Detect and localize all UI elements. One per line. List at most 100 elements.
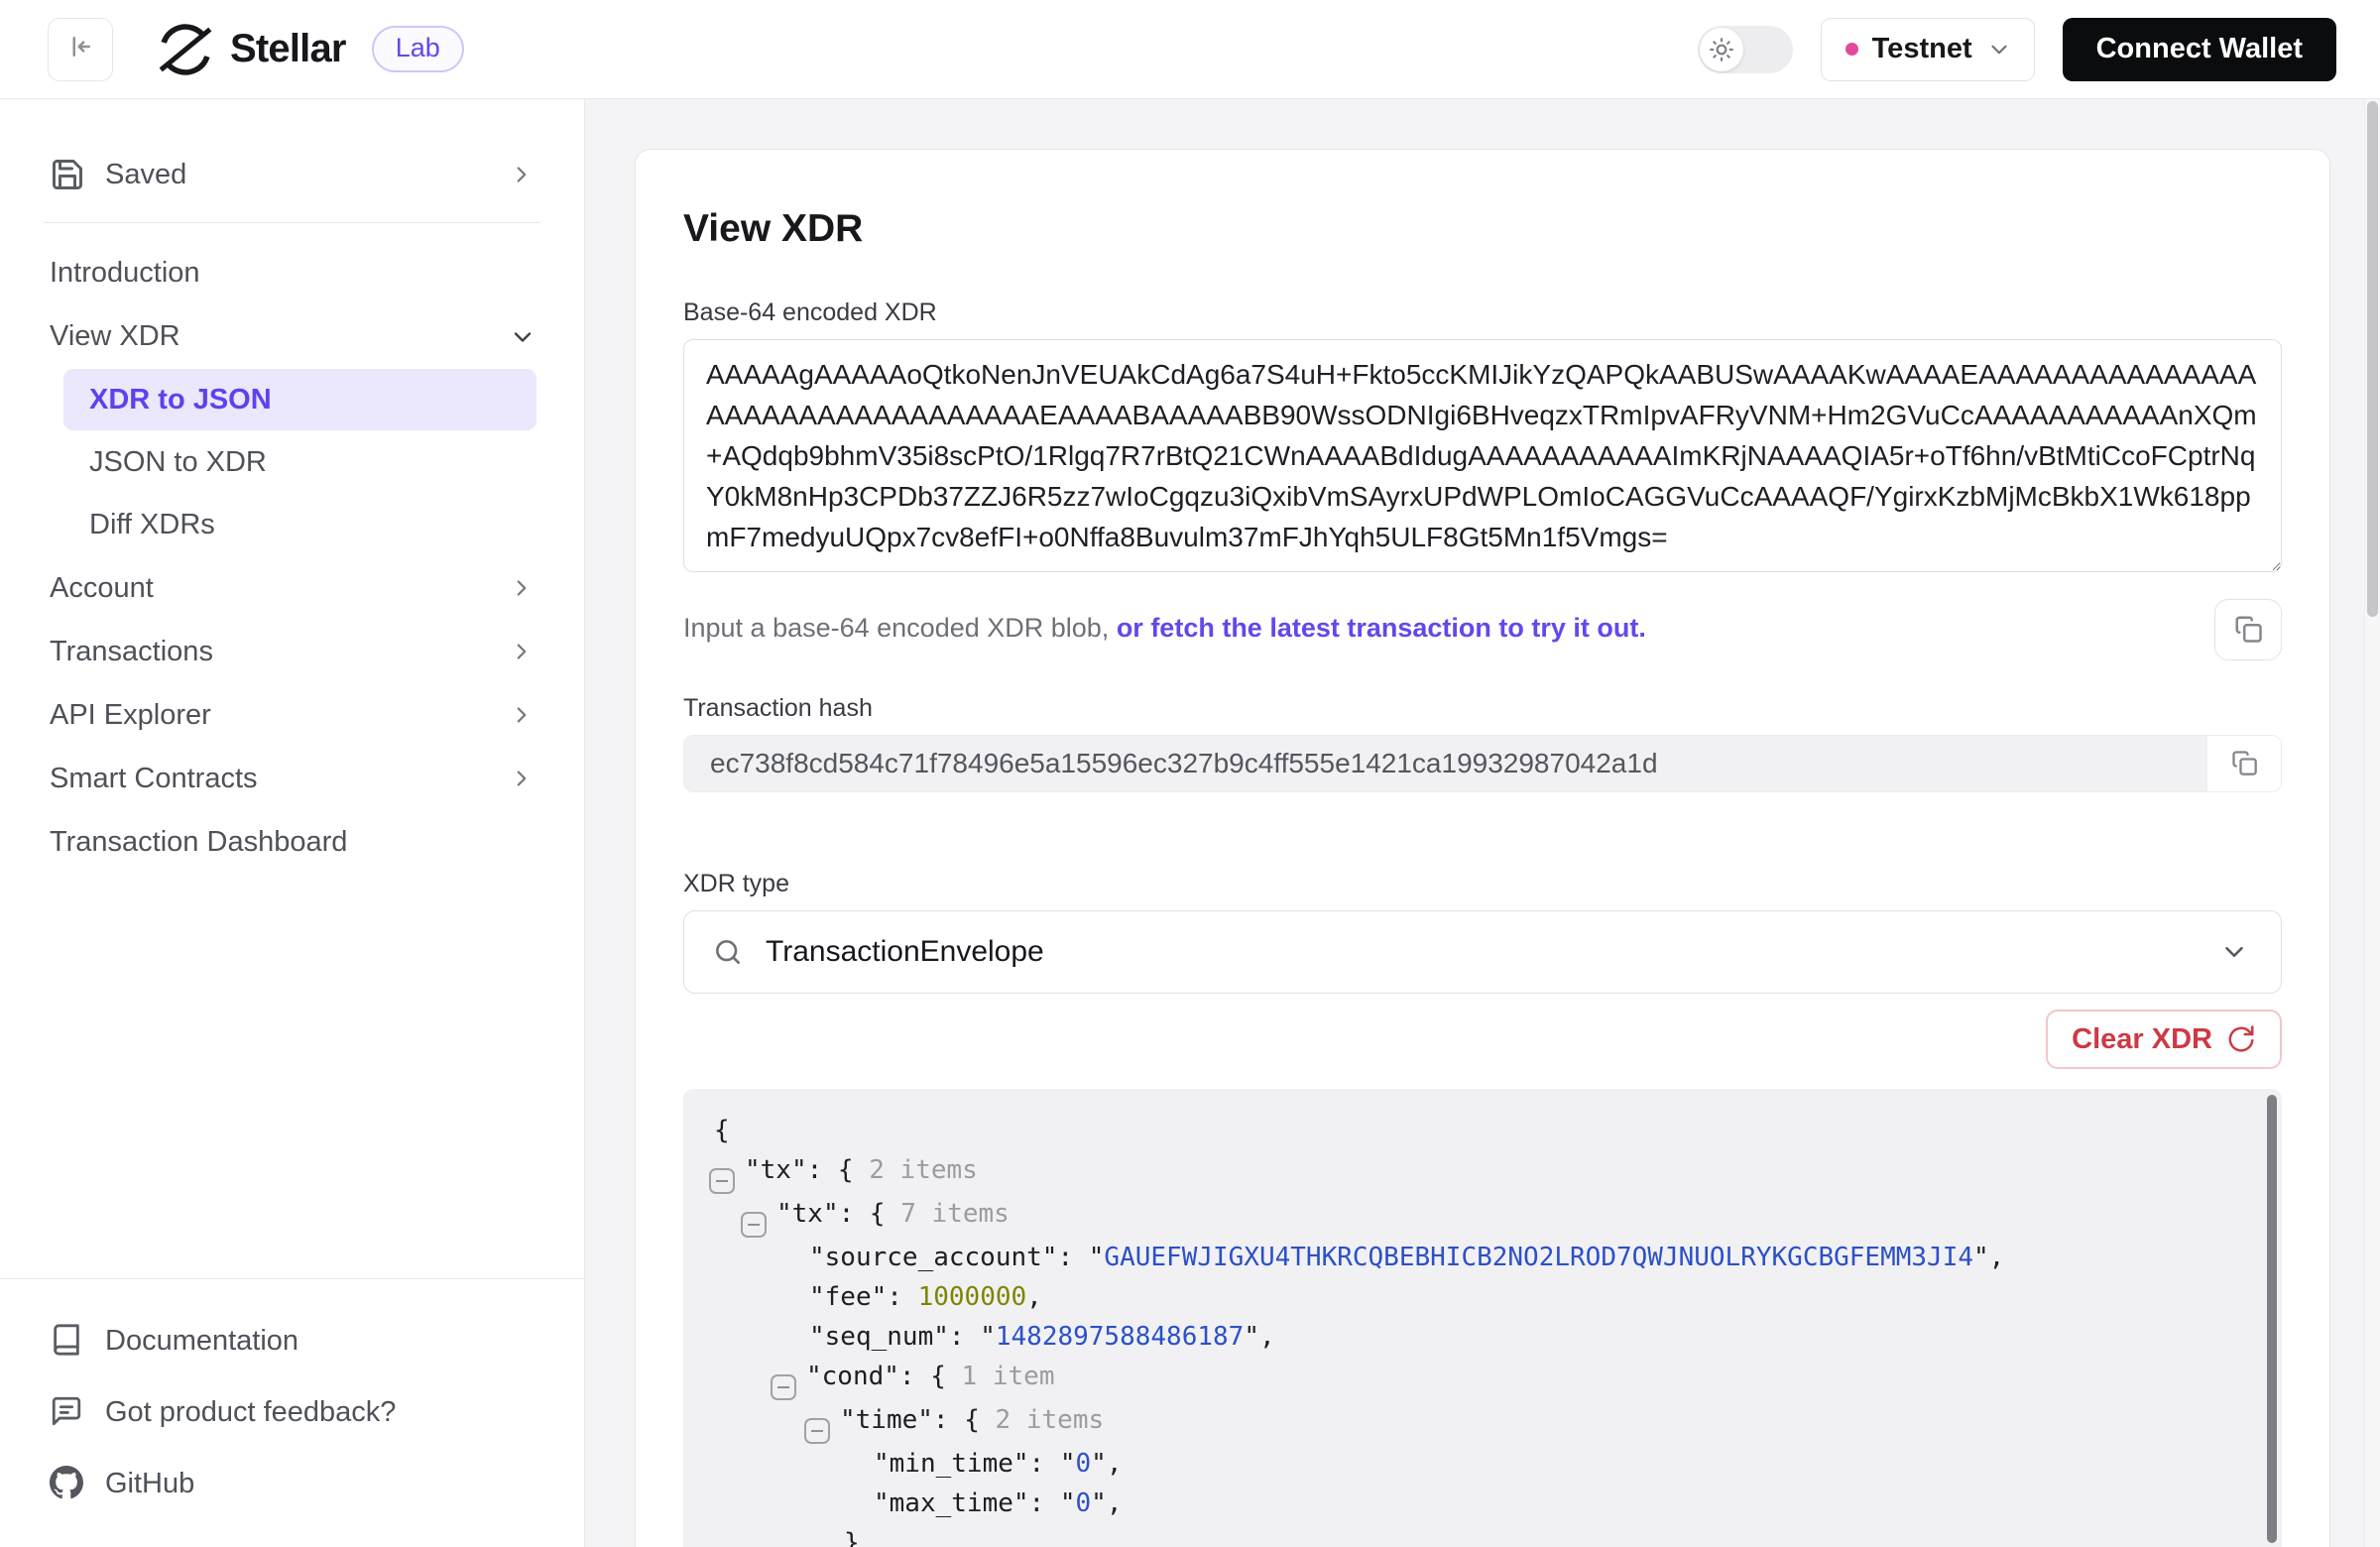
copy-icon: [2230, 749, 2258, 779]
sidebar-item-label: Introduction: [50, 257, 200, 290]
sidebar-item-github[interactable]: GitHub: [34, 1448, 550, 1519]
helper-text-prefix: Input a base-64 encoded XDR blob,: [683, 613, 1117, 643]
theme-toggle[interactable]: [1698, 26, 1793, 73]
collapse-sidebar-button[interactable]: [48, 18, 113, 81]
sidebar-item-documentation[interactable]: Documentation: [34, 1305, 550, 1376]
sidebar-item-feedback[interactable]: Got product feedback?: [34, 1376, 550, 1448]
collapse-toggle-icon[interactable]: [709, 1168, 735, 1194]
chevron-down-icon: [509, 323, 535, 349]
sidebar-item-saved[interactable]: Saved: [34, 143, 550, 206]
json-line: {: [683, 1111, 2282, 1150]
json-line: "cond": { 1 item: [683, 1357, 2282, 1400]
json-line: "time": { 2 items: [683, 1400, 2282, 1444]
json-scrollbar-thumb[interactable]: [2267, 1095, 2277, 1543]
network-select[interactable]: Testnet: [1821, 18, 2035, 81]
collapse-toggle-icon[interactable]: [804, 1418, 830, 1444]
json-line: "tx": { 7 items: [683, 1194, 2282, 1238]
chevron-right-icon: [509, 575, 535, 601]
sun-icon: [1700, 28, 1743, 71]
sidebar-item-label: GitHub: [105, 1468, 194, 1500]
collapse-sidebar-icon: [65, 32, 95, 66]
sidebar-item-account[interactable]: Account: [34, 556, 550, 620]
sidebar-item-label: JSON to XDR: [89, 446, 267, 479]
sidebar-item-label: Account: [50, 572, 154, 605]
chevron-right-icon: [509, 702, 535, 728]
page-title: View XDR: [683, 207, 2282, 251]
lab-badge: Lab: [372, 26, 464, 73]
sidebar-item-label: Diff XDRs: [89, 509, 215, 541]
sidebar-nav: Saved Introduction View XDR XDR to JS: [0, 99, 584, 874]
base64-xdr-input[interactable]: AAAAAgAAAAAoQtkoNenJnVEUAkCdAg6a7S4uH+Fk…: [683, 339, 2282, 572]
brand-name: Stellar: [230, 27, 346, 71]
transaction-hash-row: ec738f8cd584c71f78496e5a15596ec327b9c4ff…: [683, 735, 2282, 792]
sidebar-item-xdr-to-json[interactable]: XDR to JSON: [63, 369, 536, 430]
sidebar: Saved Introduction View XDR XDR to JS: [0, 99, 585, 1547]
sidebar-item-label: View XDR: [50, 320, 180, 353]
sidebar-item-label: Saved: [105, 159, 186, 191]
sidebar-item-diff-xdrs[interactable]: Diff XDRs: [63, 494, 536, 555]
chevron-right-icon: [509, 639, 535, 664]
sidebar-item-introduction[interactable]: Introduction: [34, 241, 550, 304]
connect-wallet-button[interactable]: Connect Wallet: [2063, 18, 2336, 81]
clear-xdr-button[interactable]: Clear XDR: [2046, 1010, 2282, 1069]
view-xdr-card: View XDR Base-64 encoded XDR AAAAAgAAAAA…: [635, 149, 2330, 1547]
book-icon: [50, 1323, 85, 1359]
copy-hash-button[interactable]: [2207, 736, 2281, 791]
xdr-type-label: XDR type: [683, 870, 2282, 898]
sidebar-footer: Documentation Got product feedback?: [0, 1278, 584, 1547]
json-viewer: {"tx": { 2 items"tx": { 7 items"source_a…: [683, 1089, 2282, 1547]
json-line: "min_time": "0",: [683, 1444, 2282, 1484]
sidebar-item-label: Got product feedback?: [105, 1396, 396, 1429]
sidebar-item-smart-contracts[interactable]: Smart Contracts: [34, 747, 550, 810]
chevron-down-icon: [1986, 37, 2012, 62]
chevron-right-icon: [509, 162, 535, 187]
helper-row: Input a base-64 encoded XDR blob, or fet…: [683, 599, 2282, 660]
sidebar-item-api-explorer[interactable]: API Explorer: [34, 683, 550, 747]
chevron-right-icon: [509, 766, 535, 791]
xdr-type-select[interactable]: TransactionEnvelope: [683, 910, 2282, 994]
collapse-toggle-icon[interactable]: [771, 1374, 796, 1400]
copy-icon: [2233, 614, 2263, 647]
refresh-icon: [2226, 1024, 2256, 1054]
sidebar-item-label: Documentation: [105, 1325, 298, 1358]
app: Stellar Lab Testnet Connect Wallet: [0, 0, 2380, 1547]
json-line: "tx": { 2 items: [683, 1150, 2282, 1194]
github-icon: [50, 1466, 85, 1501]
sidebar-item-label: Transaction Dashboard: [50, 826, 347, 859]
sidebar-item-label: XDR to JSON: [89, 384, 272, 416]
collapse-toggle-icon[interactable]: [741, 1212, 767, 1238]
transaction-hash-value: ec738f8cd584c71f78496e5a15596ec327b9c4ff…: [684, 736, 2207, 791]
search-icon: [712, 936, 744, 968]
save-icon: [50, 157, 85, 192]
json-line: "seq_num": "1482897588486187",: [683, 1317, 2282, 1357]
json-line: "max_time": "0",: [683, 1484, 2282, 1523]
sidebar-item-label: Transactions: [50, 636, 213, 668]
sidebar-item-json-to-xdr[interactable]: JSON to XDR: [63, 431, 536, 493]
body-row: Saved Introduction View XDR XDR to JS: [0, 99, 2380, 1547]
chevron-down-icon: [2219, 937, 2249, 967]
stellar-logo[interactable]: Stellar: [155, 19, 346, 80]
page-scrollbar[interactable]: [2364, 99, 2380, 1547]
header-actions: Testnet Connect Wallet: [1698, 18, 2336, 81]
fetch-latest-transaction-link[interactable]: or fetch the latest transaction to try i…: [1117, 613, 1646, 643]
main-content: View XDR Base-64 encoded XDR AAAAAgAAAAA…: [585, 99, 2380, 1547]
sidebar-item-label: Smart Contracts: [50, 763, 258, 795]
sidebar-item-view-xdr[interactable]: View XDR: [34, 304, 550, 368]
clear-row: Clear XDR: [683, 1010, 2282, 1069]
sidebar-item-transactions[interactable]: Transactions: [34, 620, 550, 683]
page-scrollbar-thumb[interactable]: [2367, 101, 2378, 617]
copy-xdr-button[interactable]: [2214, 599, 2282, 660]
sidebar-item-label: API Explorer: [50, 699, 211, 732]
network-status-dot: [1845, 43, 1858, 56]
transaction-hash-label: Transaction hash: [683, 694, 2282, 723]
json-line: "fee": 1000000,: [683, 1277, 2282, 1317]
sidebar-divider: [44, 222, 540, 223]
json-line: "source_account": "GAUEFWJIGXU4THKRCQBEB…: [683, 1238, 2282, 1277]
chat-bubble-icon: [50, 1394, 85, 1430]
network-select-value: Testnet: [1872, 33, 1972, 65]
header: Stellar Lab Testnet Connect Wallet: [0, 0, 2380, 99]
stellar-logo-icon: [155, 19, 216, 80]
xdr-type-value: TransactionEnvelope: [766, 935, 1044, 969]
clear-xdr-label: Clear XDR: [2072, 1023, 2212, 1056]
sidebar-item-transaction-dashboard[interactable]: Transaction Dashboard: [34, 810, 550, 874]
